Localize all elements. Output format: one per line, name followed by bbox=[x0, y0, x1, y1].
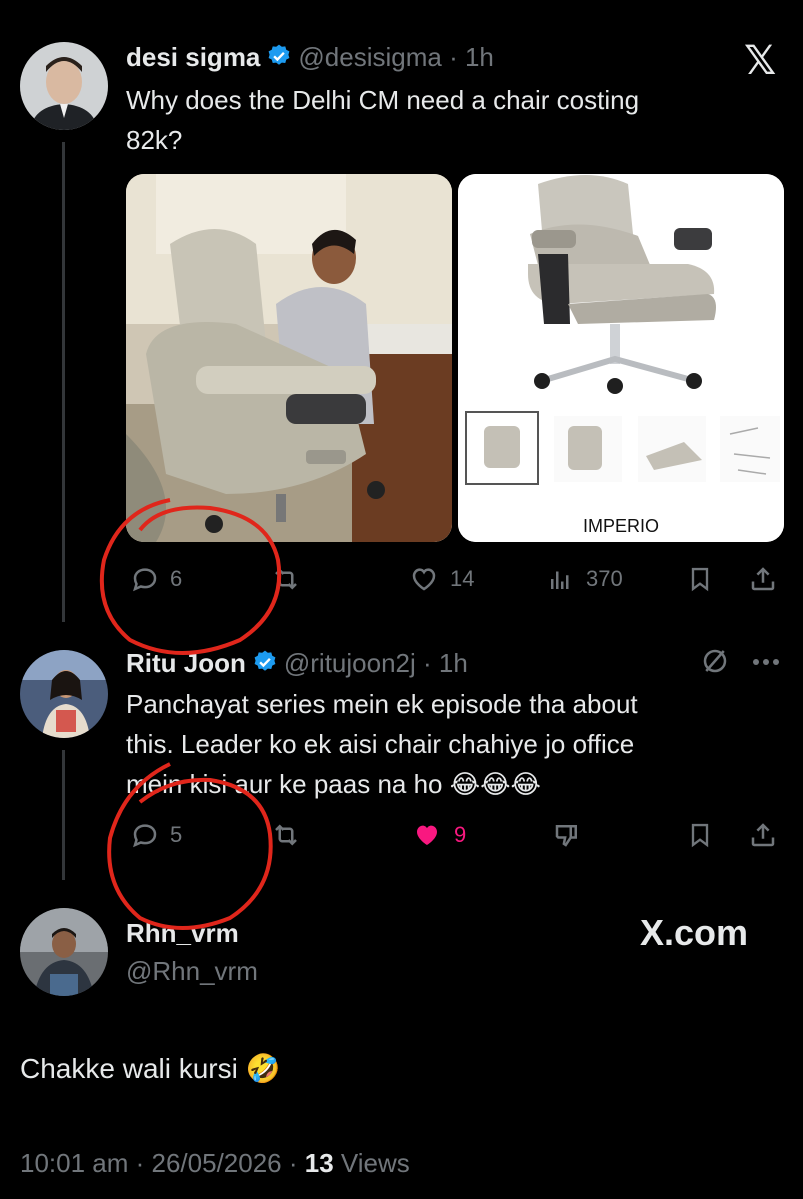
reply-share-button[interactable] bbox=[748, 820, 778, 850]
reply-text-line: Panchayat series mein ek episode tha abo… bbox=[126, 689, 638, 719]
separator-dot: · bbox=[415, 648, 439, 678]
views-count: 370 bbox=[586, 566, 623, 591]
views-label: Views bbox=[333, 1148, 410, 1178]
avatar-rhn-vrm[interactable] bbox=[20, 908, 108, 996]
share-icon bbox=[751, 823, 775, 847]
verified-badge-icon bbox=[266, 43, 292, 74]
reply-text-line: mein kisi aur ke paas na ho 😂😂😂 bbox=[126, 769, 541, 799]
bookmark-icon bbox=[691, 823, 709, 848]
analytics-icon bbox=[551, 571, 569, 589]
separator-dot: · bbox=[441, 42, 465, 72]
thread-line bbox=[62, 142, 65, 622]
retweet-icon bbox=[275, 824, 297, 846]
reply-count: 6 bbox=[170, 566, 183, 591]
heart-filled-icon bbox=[417, 825, 437, 845]
reply-retweet-button[interactable] bbox=[270, 820, 302, 850]
heart-icon bbox=[412, 568, 436, 591]
tweet-time[interactable]: 1h bbox=[465, 42, 494, 72]
x-com-brand: X.com bbox=[640, 912, 748, 954]
quote-author-handle[interactable]: @Rhn_vrm bbox=[126, 956, 258, 987]
retweet-icon bbox=[275, 568, 297, 590]
like-count: 9 bbox=[454, 822, 467, 847]
tweet-header: desi sigma @desisigma · 1h bbox=[126, 42, 494, 74]
author-handle[interactable]: @desisigma bbox=[298, 42, 441, 72]
reply-downvote-button[interactable] bbox=[552, 820, 582, 850]
views-count: 13 bbox=[304, 1148, 334, 1178]
reply-like-button[interactable]: 9 bbox=[410, 820, 466, 850]
timestamp-text[interactable]: 10:01 am · 26/05/2026 · bbox=[20, 1148, 305, 1178]
retweet-button[interactable] bbox=[270, 564, 302, 594]
author-name[interactable]: desi sigma bbox=[126, 42, 260, 72]
reply-time[interactable]: 1h bbox=[439, 648, 468, 678]
tweet-text-line: Why does the Delhi CM need a chair costi… bbox=[126, 85, 640, 115]
bookmark-icon bbox=[691, 567, 709, 592]
x-com-brand-text: X.com bbox=[640, 912, 749, 953]
reply-icon bbox=[133, 568, 157, 592]
reply-author-handle[interactable]: @ritujoon2j bbox=[284, 648, 416, 678]
avatar-desi-sigma[interactable] bbox=[20, 42, 108, 130]
thumbs-down-icon bbox=[555, 825, 577, 847]
tweet-image-left[interactable] bbox=[126, 174, 452, 542]
reply-author-name[interactable]: Ritu Joon bbox=[126, 648, 246, 678]
views-button[interactable]: 370 bbox=[546, 564, 623, 594]
bookmark-button[interactable] bbox=[686, 564, 714, 594]
quote-text: Chakke wali kursi 🤣 bbox=[20, 1053, 281, 1084]
quote-author-name[interactable]: Rhn_vrm bbox=[126, 918, 239, 949]
like-count: 14 bbox=[450, 566, 475, 591]
verified-badge-icon bbox=[252, 649, 278, 680]
reply-text: Panchayat series mein ek episode tha abo… bbox=[126, 684, 786, 804]
image-caption: IMPERIO bbox=[582, 516, 659, 536]
reply-icon bbox=[133, 824, 157, 848]
thread-line bbox=[62, 750, 65, 880]
reply-header: Ritu Joon @ritujoon2j · 1h bbox=[126, 648, 686, 680]
reply-text-line: this. Leader ko ek aisi chair chahiye jo… bbox=[126, 729, 635, 759]
avatar-ritu-joon[interactable] bbox=[20, 650, 108, 738]
share-button[interactable] bbox=[748, 564, 778, 594]
reply-button[interactable]: 6 bbox=[130, 564, 182, 594]
like-button[interactable]: 14 bbox=[408, 564, 474, 594]
grok-icon[interactable] bbox=[700, 646, 730, 681]
tweet-text-line: 82k? bbox=[126, 125, 183, 155]
share-icon bbox=[751, 567, 775, 591]
tweet-text: Why does the Delhi CM need a chair costi… bbox=[126, 80, 766, 160]
reply-reply-button[interactable]: 5 bbox=[130, 820, 182, 850]
tweet-image-right[interactable]: IMPERIO bbox=[458, 174, 784, 542]
reply-bookmark-button[interactable] bbox=[686, 820, 714, 850]
quote-timestamp: 10:01 am · 26/05/2026 · 13 Views bbox=[20, 1148, 410, 1179]
more-options-icon[interactable] bbox=[752, 652, 780, 677]
close-x-logo-icon[interactable]: 𝕏 bbox=[744, 38, 776, 84]
reply-count: 5 bbox=[170, 822, 183, 847]
